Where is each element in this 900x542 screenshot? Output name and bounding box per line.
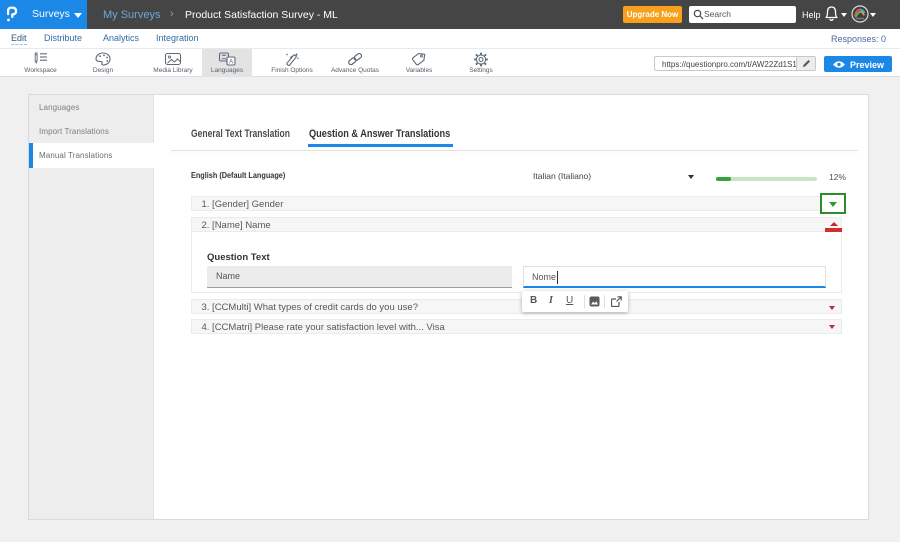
svg-text:A: A bbox=[229, 59, 233, 65]
